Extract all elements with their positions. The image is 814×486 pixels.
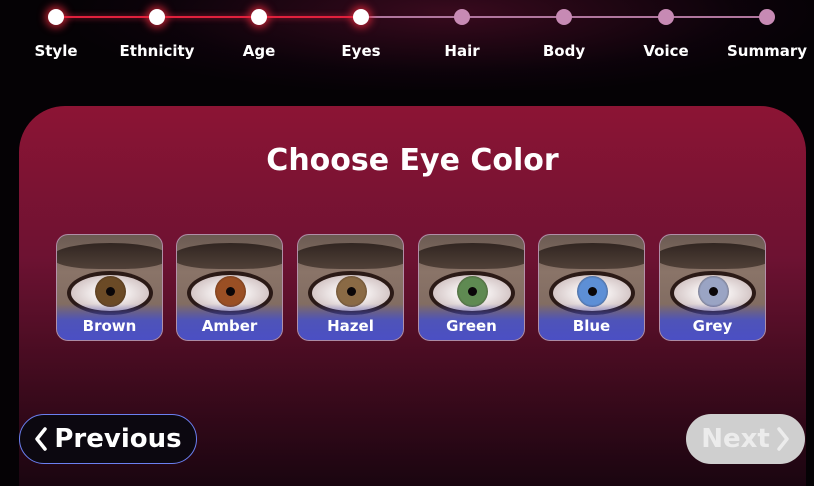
step-dot — [759, 9, 775, 25]
step-dot — [48, 9, 64, 25]
pupil-image — [468, 287, 477, 296]
pupil-image — [226, 287, 235, 296]
step-label: Voice — [643, 42, 689, 60]
step-dot — [454, 9, 470, 25]
eyebrow-image — [660, 243, 765, 269]
pupil-image — [588, 287, 597, 296]
step-label: Ethnicity — [119, 42, 195, 60]
iris-image — [698, 276, 729, 307]
eye-option-blue[interactable]: Blue — [538, 234, 645, 341]
eye-option-label: Amber — [177, 304, 282, 340]
previous-button-label: Previous — [54, 424, 182, 454]
chevron-left-icon — [34, 427, 48, 451]
step-label: Summary — [726, 42, 808, 60]
eye-option-hazel[interactable]: Hazel — [297, 234, 404, 341]
eye-option-brown[interactable]: Brown — [56, 234, 163, 341]
iris-image — [336, 276, 367, 307]
step-label: Age — [242, 42, 276, 60]
pupil-image — [709, 287, 718, 296]
eyebrow-image — [298, 243, 403, 269]
progress-track-completed — [56, 16, 361, 18]
eyebrow-image — [57, 243, 162, 269]
eyebrow-image — [177, 243, 282, 269]
step-dot — [556, 9, 572, 25]
eye-option-label: Blue — [539, 304, 644, 340]
step-dot — [251, 9, 267, 25]
step-dot — [658, 9, 674, 25]
iris-image — [215, 276, 246, 307]
eye-option-label: Brown — [57, 304, 162, 340]
next-button[interactable]: Next — [686, 414, 805, 464]
eye-option-label: Hazel — [298, 304, 403, 340]
chevron-right-icon — [776, 427, 790, 451]
iris-image — [95, 276, 126, 307]
step-dot — [353, 9, 369, 25]
step-label: Style — [34, 42, 78, 60]
step-label: Hair — [444, 42, 480, 60]
eye-option-green[interactable]: Green — [418, 234, 525, 341]
page-title: Choose Eye Color — [266, 143, 559, 178]
iris-image — [457, 276, 488, 307]
eye-option-amber[interactable]: Amber — [176, 234, 283, 341]
pupil-image — [106, 287, 115, 296]
progress-stepper: Style Ethnicity Age Eyes Hair Body Voice… — [0, 0, 814, 80]
eyebrow-image — [419, 243, 524, 269]
step-label: Body — [542, 42, 586, 60]
eye-option-label: Grey — [660, 304, 765, 340]
step-label: Eyes — [341, 42, 381, 60]
step-dot — [149, 9, 165, 25]
eyebrow-image — [539, 243, 644, 269]
eye-option-grey[interactable]: Grey — [659, 234, 766, 341]
eye-option-label: Green — [419, 304, 524, 340]
previous-button[interactable]: Previous — [19, 414, 197, 464]
pupil-image — [347, 287, 356, 296]
next-button-label: Next — [701, 424, 770, 454]
iris-image — [577, 276, 608, 307]
